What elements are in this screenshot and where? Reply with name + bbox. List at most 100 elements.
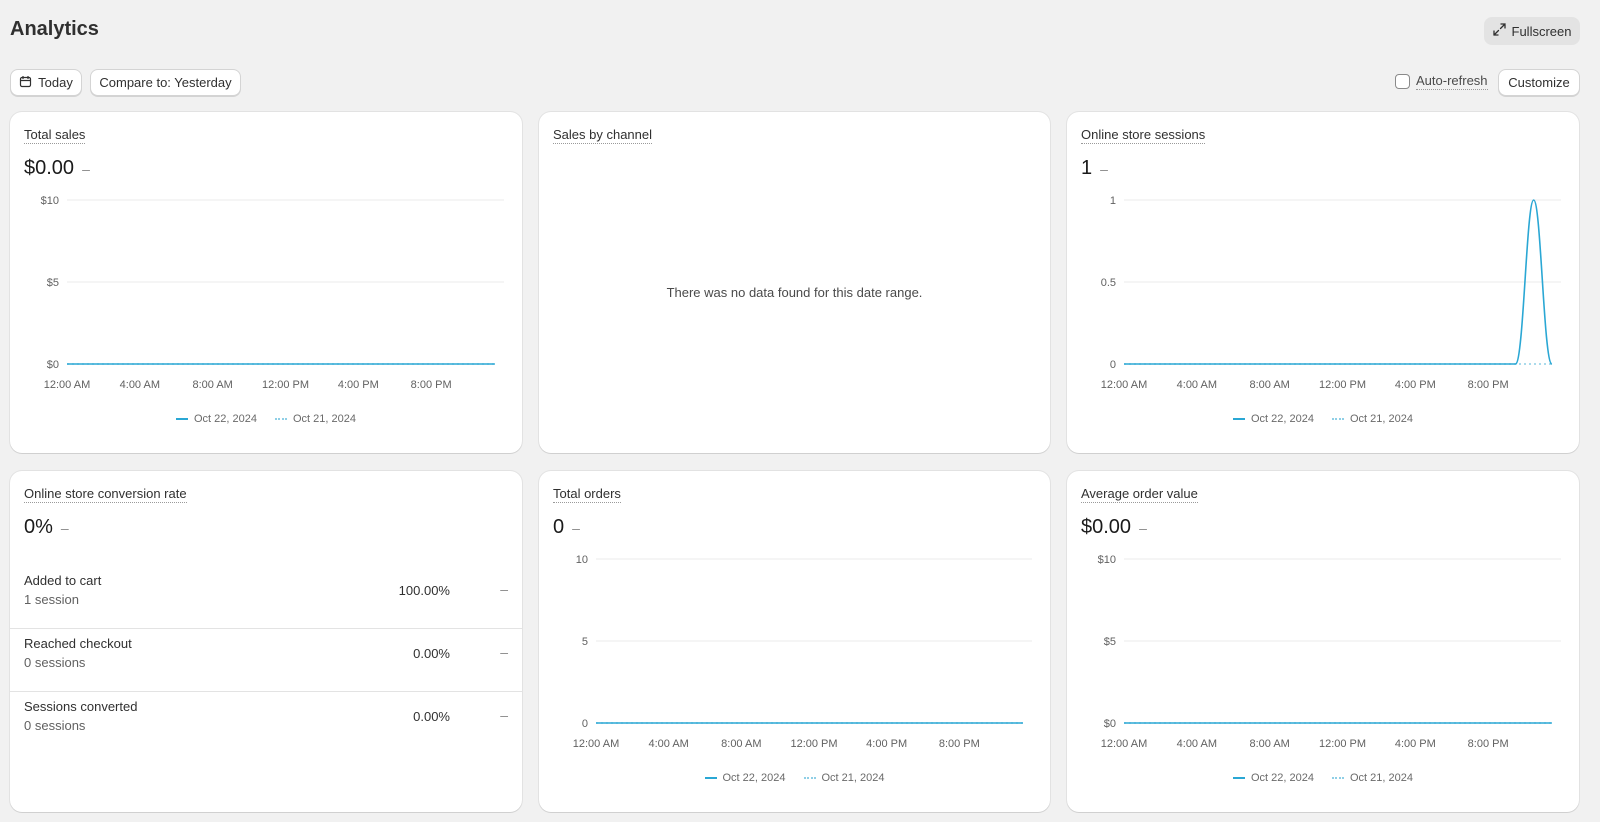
funnel-percent: 0.00% xyxy=(413,646,450,661)
legend-swatch-solid xyxy=(704,777,717,779)
legend-label-previous: Oct 21, 2024 xyxy=(1350,772,1413,784)
legend-swatch-dotted xyxy=(1332,777,1344,779)
x-tick-label: 4:00 PM xyxy=(1395,379,1436,391)
x-tick-label: 4:00 AM xyxy=(1177,738,1217,750)
legend-label-current: Oct 22, 2024 xyxy=(194,413,257,425)
aov-chart: $0 $5 $10 12:00 AM 4:00 AM 8:00 AM 12:00 PM 4:0… xyxy=(1098,554,1561,750)
funnel-percent: 100.00% xyxy=(398,583,450,598)
x-tick-label: 8:00 PM xyxy=(939,738,980,750)
x-tick-label: 8:00 PM xyxy=(1468,738,1509,750)
funnel-row-sessions-converted: Sessions converted 0 sessions 0.00% – xyxy=(10,693,522,755)
y-tick-label: $0 xyxy=(47,359,59,371)
y-tick-label: 5 xyxy=(582,636,588,648)
funnel-change: – xyxy=(500,707,508,723)
empty-state-message: There was no data found for this date ra… xyxy=(666,285,923,300)
metric-change: – xyxy=(1139,519,1147,536)
x-tick-label: 4:00 PM xyxy=(866,738,907,750)
x-tick-label: 4:00 AM xyxy=(1177,379,1217,391)
auto-refresh-toggle[interactable]: Auto-refresh xyxy=(1395,73,1488,90)
funnel-row-added-to-cart: Added to cart 1 session 100.00% – xyxy=(10,567,522,629)
funnel-sessions: 0 sessions xyxy=(24,718,86,733)
x-tick-label: 12:00 PM xyxy=(1319,379,1366,391)
funnel-label: Reached checkout xyxy=(24,636,132,651)
legend-swatch-solid xyxy=(176,418,188,420)
card-title[interactable]: Sales by channel xyxy=(553,127,653,144)
y-tick-label: 10 xyxy=(576,554,588,566)
x-tick-label: 12:00 AM xyxy=(1101,738,1147,750)
funnel-sessions: 1 session xyxy=(24,592,79,607)
funnel-sessions: 0 sessions xyxy=(24,655,86,670)
legend-item-previous: Oct 21, 2024 xyxy=(803,772,885,784)
auto-refresh-checkbox[interactable] xyxy=(1395,74,1410,89)
sessions-card[interactable]: Online store sessions 1 – 0 0.5 1 12:00 AM 4… xyxy=(1067,112,1579,453)
sales-by-channel-card[interactable]: Sales by channel There was no data found… xyxy=(539,112,1050,453)
x-tick-label: 8:00 AM xyxy=(721,738,761,750)
x-tick-label: 8:00 AM xyxy=(1249,379,1289,391)
x-tick-label: 4:00 PM xyxy=(1395,738,1436,750)
metric-change: – xyxy=(572,519,580,536)
conversion-rate-card[interactable]: Online store conversion rate 0% – Added … xyxy=(10,471,522,812)
average-order-value-card[interactable]: Average order value $0.00 – $0 $5 $10 12:00… xyxy=(1067,471,1579,812)
legend-swatch-dotted xyxy=(1332,418,1344,420)
compare-button[interactable]: Compare to: Yesterday xyxy=(90,69,241,96)
legend-item-current: Oct 22, 2024 xyxy=(176,413,257,425)
metric-value: 0% – xyxy=(24,516,69,539)
legend-label-previous: Oct 21, 2024 xyxy=(1350,413,1413,425)
x-tick-label: 4:00 AM xyxy=(648,738,688,750)
funnel-row-reached-checkout: Reached checkout 0 sessions 0.00% – xyxy=(10,630,522,692)
fullscreen-button[interactable]: Fullscreen xyxy=(1484,17,1580,45)
metric-change: – xyxy=(82,160,90,177)
card-title[interactable]: Online store sessions xyxy=(1081,127,1206,144)
legend-label-previous: Oct 21, 2024 xyxy=(821,772,885,784)
card-title[interactable]: Average order value xyxy=(1081,486,1198,503)
x-tick-label: 12:00 AM xyxy=(44,379,90,391)
y-tick-label: $5 xyxy=(1104,636,1116,648)
page-title: Analytics xyxy=(10,18,99,40)
metric-change: – xyxy=(1100,160,1108,177)
card-title[interactable]: Total orders xyxy=(553,486,621,503)
funnel-label: Sessions converted xyxy=(24,699,138,714)
x-tick-label: 8:00 PM xyxy=(1468,379,1509,391)
total-sales-card[interactable]: Total sales $0.00 – $0 $5 $10 12:00 AM 4:00 … xyxy=(10,112,522,453)
y-tick-label: 0 xyxy=(1110,359,1116,371)
total-orders-card[interactable]: Total orders 0 – 0 5 10 12:00 AM 4:00 AM 8:00… xyxy=(539,471,1050,812)
metric-number: $0.00 xyxy=(1081,516,1132,538)
legend-swatch-solid xyxy=(1233,418,1245,420)
y-tick-label: $5 xyxy=(47,277,59,289)
x-tick-label: 8:00 AM xyxy=(192,379,232,391)
x-tick-label: 4:00 PM xyxy=(338,379,379,391)
metric-number: 1 xyxy=(1081,157,1093,179)
metric-change: – xyxy=(60,519,69,536)
compare-label: Compare to: Yesterday xyxy=(99,75,232,90)
metric-value: 0 – xyxy=(553,516,580,539)
legend-item-current: Oct 22, 2024 xyxy=(1233,413,1314,425)
x-tick-label: 12:00 PM xyxy=(790,738,837,750)
auto-refresh-label: Auto-refresh xyxy=(1416,73,1488,90)
total-orders-chart: 0 5 10 12:00 AM 4:00 AM 8:00 AM 12:00 PM 4:00 P… xyxy=(573,554,1032,750)
legend-item-previous: Oct 21, 2024 xyxy=(1332,413,1413,425)
y-tick-label: 0.5 xyxy=(1101,277,1116,289)
metric-number: 0% xyxy=(24,516,53,538)
card-title[interactable]: Online store conversion rate xyxy=(24,486,187,503)
fullscreen-label: Fullscreen xyxy=(1511,23,1572,39)
customize-label: Customize xyxy=(1508,75,1570,90)
card-title[interactable]: Total sales xyxy=(24,127,86,144)
x-tick-label: 12:00 PM xyxy=(262,379,309,391)
funnel-change: – xyxy=(500,581,508,597)
legend-label-previous: Oct 21, 2024 xyxy=(293,413,356,425)
x-tick-label: 8:00 AM xyxy=(1249,738,1289,750)
chart-legend: Oct 22, 2024 Oct 21, 2024 xyxy=(1067,413,1579,425)
metric-value: $0.00 – xyxy=(1081,516,1147,539)
x-tick-label: 8:00 PM xyxy=(411,379,452,391)
metric-number: 0 xyxy=(553,516,565,538)
customize-button[interactable]: Customize xyxy=(1498,69,1580,96)
chart-legend: Oct 22, 2024 Oct 21, 2024 xyxy=(539,772,1050,784)
x-tick-label: 12:00 PM xyxy=(1319,738,1366,750)
expand-icon xyxy=(1492,23,1506,39)
x-tick-label: 12:00 AM xyxy=(573,738,619,750)
sessions-chart: 0 0.5 1 12:00 AM 4:00 AM 8:00 AM 12:00 PM 4:00 … xyxy=(1101,195,1561,391)
date-range-button[interactable]: Today xyxy=(10,69,82,96)
date-range-label: Today xyxy=(38,75,73,90)
legend-item-current: Oct 22, 2024 xyxy=(1233,772,1314,784)
metric-value: 1 – xyxy=(1081,157,1108,180)
